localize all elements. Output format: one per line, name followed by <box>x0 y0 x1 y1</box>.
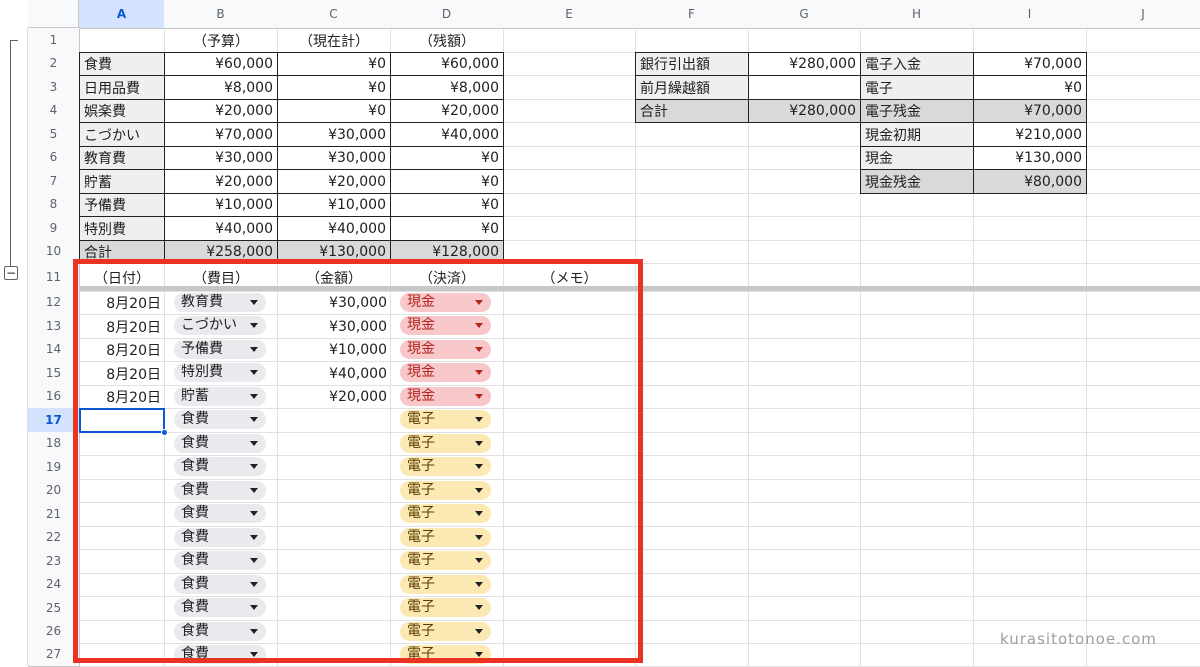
budget-category-cell[interactable]: 食費 <box>79 52 165 76</box>
row-header-7[interactable]: 7 <box>28 169 80 194</box>
row-header-9[interactable]: 9 <box>28 216 80 241</box>
remaining-header[interactable]: （残額） <box>390 28 504 53</box>
budget-category-cell[interactable]: 娯楽費 <box>79 99 165 123</box>
wallet-label-cell[interactable]: 電子残金 <box>860 99 974 123</box>
bank-label-cell[interactable]: 合計 <box>635 99 749 123</box>
row-header-4[interactable]: 4 <box>28 99 80 123</box>
current-header[interactable]: （現在計） <box>277 28 391 53</box>
budget-amount-cell[interactable]: ¥30,000 <box>164 146 278 170</box>
remaining-cell[interactable]: ¥0 <box>390 216 504 241</box>
current-total-cell[interactable]: ¥0 <box>277 99 391 123</box>
row-header-3[interactable]: 3 <box>28 75 80 100</box>
remaining-cell[interactable]: ¥0 <box>390 169 504 194</box>
current-total-cell[interactable]: ¥30,000 <box>277 122 391 147</box>
column-header-c[interactable]: C <box>277 0 391 29</box>
remaining-cell[interactable]: ¥20,000 <box>390 99 504 123</box>
column-header-h[interactable]: H <box>860 0 974 29</box>
current-total-cell[interactable]: ¥40,000 <box>277 216 391 241</box>
budget-category-cell[interactable]: 貯蓄 <box>79 169 165 194</box>
row-header-8[interactable]: 8 <box>28 193 80 217</box>
current-total-cell[interactable]: ¥0 <box>277 52 391 76</box>
remaining-cell[interactable]: ¥60,000 <box>390 52 504 76</box>
wallet-value-cell[interactable]: ¥210,000 <box>973 122 1087 147</box>
remaining-cell[interactable]: ¥0 <box>390 146 504 170</box>
budget-amount-cell[interactable]: ¥8,000 <box>164 75 278 100</box>
wallet-value-cell[interactable]: ¥70,000 <box>973 52 1087 76</box>
column-header-g[interactable]: G <box>748 0 861 29</box>
group-bracket <box>10 40 18 268</box>
budget-amount-cell[interactable]: ¥60,000 <box>164 52 278 76</box>
current-total-cell[interactable]: ¥20,000 <box>277 169 391 194</box>
column-header-i[interactable]: I <box>973 0 1087 29</box>
wallet-value-cell[interactable]: ¥80,000 <box>973 169 1087 194</box>
column-header-f[interactable]: F <box>635 0 749 29</box>
column-header-d[interactable]: D <box>390 0 504 29</box>
bank-label-cell[interactable]: 銀行引出額 <box>635 52 749 76</box>
wallet-label-cell[interactable]: 電子 <box>860 75 974 100</box>
budget-category-cell[interactable]: こづかい <box>79 122 165 147</box>
bank-value-cell[interactable]: ¥280,000 <box>748 52 861 76</box>
budget-category-cell[interactable]: 特別費 <box>79 216 165 241</box>
row-header-2[interactable]: 2 <box>28 52 80 76</box>
column-header-b[interactable]: B <box>164 0 278 29</box>
budget-amount-cell[interactable]: ¥40,000 <box>164 216 278 241</box>
column-header-a[interactable]: A <box>79 0 165 29</box>
budget-amount-cell[interactable]: ¥20,000 <box>164 99 278 123</box>
wallet-label-cell[interactable]: 現金残金 <box>860 169 974 194</box>
current-total-cell[interactable]: ¥0 <box>277 75 391 100</box>
bank-value-cell[interactable]: ¥280,000 <box>748 99 861 123</box>
budget-amount-cell[interactable]: ¥70,000 <box>164 122 278 147</box>
budget-amount-cell[interactable]: ¥20,000 <box>164 169 278 194</box>
row-header-1[interactable]: 1 <box>28 28 80 53</box>
column-header-e[interactable]: E <box>503 0 636 29</box>
column-header-j[interactable]: J <box>1086 0 1200 29</box>
bank-label-cell[interactable]: 前月繰越額 <box>635 75 749 100</box>
current-total-cell[interactable]: ¥30,000 <box>277 146 391 170</box>
budget-header[interactable]: （予算） <box>164 28 278 53</box>
budget-category-cell[interactable]: 教育費 <box>79 146 165 170</box>
wallet-value-cell[interactable]: ¥70,000 <box>973 99 1087 123</box>
select-all-corner[interactable] <box>28 0 79 28</box>
grid-line-vertical <box>748 28 749 666</box>
current-total-cell[interactable]: ¥10,000 <box>277 193 391 217</box>
collapse-group-button[interactable]: − <box>4 266 18 280</box>
wallet-label-cell[interactable]: 電子入金 <box>860 52 974 76</box>
wallet-label-cell[interactable]: 現金 <box>860 146 974 170</box>
budget-amount-cell[interactable]: ¥10,000 <box>164 193 278 217</box>
bank-value-cell[interactable] <box>748 75 861 100</box>
wallet-value-cell[interactable]: ¥130,000 <box>973 146 1087 170</box>
remaining-cell[interactable]: ¥40,000 <box>390 122 504 147</box>
remaining-cell[interactable]: ¥0 <box>390 193 504 217</box>
highlight-annotation-box <box>73 259 643 663</box>
wallet-label-cell[interactable]: 現金初期 <box>860 122 974 147</box>
budget-category-cell[interactable]: 予備費 <box>79 193 165 217</box>
row-header-6[interactable]: 6 <box>28 146 80 170</box>
wallet-value-cell[interactable]: ¥0 <box>973 75 1087 100</box>
budget-category-cell[interactable]: 日用品費 <box>79 75 165 100</box>
watermark-text: kurasitotonoe.com <box>1000 630 1157 648</box>
row-header-5[interactable]: 5 <box>28 122 80 147</box>
remaining-cell[interactable]: ¥8,000 <box>390 75 504 100</box>
